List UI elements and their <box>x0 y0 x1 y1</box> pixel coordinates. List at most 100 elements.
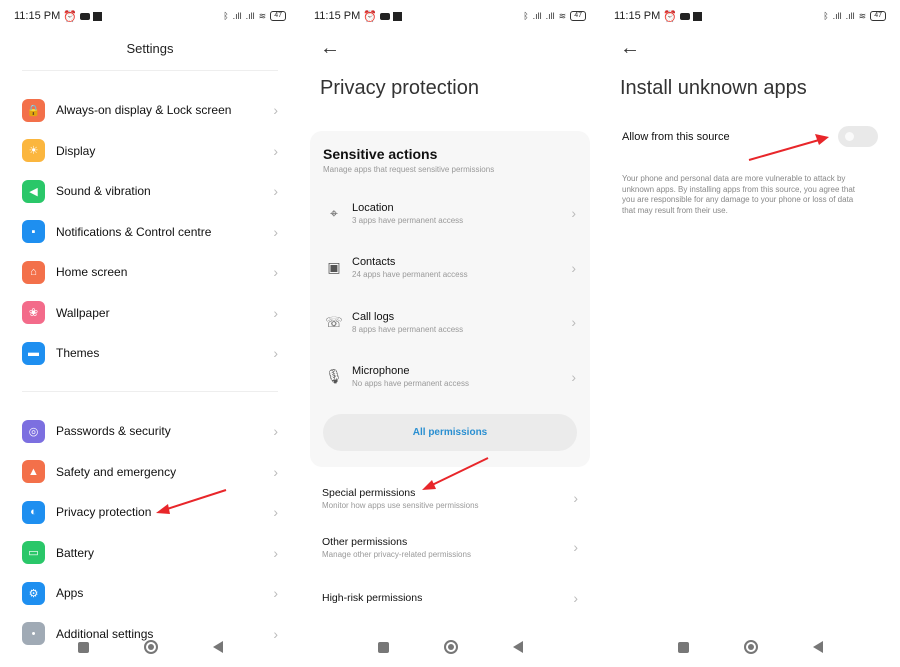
battery-indicator: 47 <box>270 11 286 21</box>
permission-subtitle: 8 apps have permanent access <box>352 324 464 334</box>
settings-item[interactable]: ⌂ Home screen › <box>22 257 278 287</box>
divider <box>22 391 278 392</box>
permission-text: Microphone No apps have permanent access <box>352 365 566 388</box>
chevron-right-icon: › <box>273 423 278 439</box>
home-button[interactable] <box>143 640 158 654</box>
home-button[interactable] <box>443 640 458 654</box>
signal-icon-2: .ıll <box>245 11 255 21</box>
settings-item-label: Safety and emergency <box>56 464 177 479</box>
permission-subtitle: No apps have permanent access <box>352 379 469 388</box>
chevron-right-icon: › <box>571 368 576 385</box>
settings-item[interactable]: ◀ Sound & vibration › <box>22 176 278 206</box>
permission-text: Call logs 8 apps have permanent access <box>352 311 566 334</box>
permission-subtitle: 24 apps have permanent access <box>352 270 468 279</box>
contacts-icon: ▣ <box>327 259 341 275</box>
annotation-arrow <box>422 457 489 490</box>
signal-icon: .ıll <box>532 11 542 21</box>
recents-button[interactable] <box>377 641 389 653</box>
permission-option[interactable]: Other permissions Manage other privacy-re… <box>322 533 578 561</box>
location-icon: ⌖ <box>330 204 338 221</box>
status-bar: 11:15 PM ⏰ ᛒ .ıll .ıll ≋ 47 <box>314 8 586 24</box>
chevron-right-icon: › <box>273 264 278 280</box>
settings-item[interactable]: 🔒 Always-on display & Lock screen › <box>22 95 278 125</box>
battery-icon: ▭ <box>22 541 45 564</box>
back-arrow-icon[interactable]: ← <box>620 37 640 60</box>
settings-item-label: Home screen <box>56 265 128 279</box>
settings-item[interactable]: ⚙ Apps › <box>22 578 278 608</box>
settings-item[interactable]: ❀ Wallpaper › <box>22 298 278 328</box>
sun-icon: ☀ <box>22 139 45 162</box>
app-icon <box>392 11 402 21</box>
signal-icon: .ıll <box>832 11 842 21</box>
chevron-right-icon: › <box>273 183 278 199</box>
wifi-icon: ≋ <box>858 10 867 21</box>
youtube-icon <box>679 12 690 20</box>
option-text: Other permissions Manage other privacy-re… <box>322 536 568 559</box>
microphone-icon: 🎙 <box>325 368 343 384</box>
option-subtitle: Monitor how apps use sensitive permissio… <box>322 500 479 510</box>
recents-button[interactable] <box>77 641 89 653</box>
settings-item-label: Wallpaper <box>56 305 110 320</box>
chevron-right-icon: › <box>273 304 278 321</box>
back-button[interactable] <box>212 641 223 653</box>
chevron-right-icon: › <box>571 314 576 330</box>
permission-item[interactable]: 🎙 Microphone No apps have permanent access… <box>324 361 576 393</box>
permission-title: Contacts <box>352 256 396 268</box>
youtube-icon <box>379 12 390 20</box>
bluetooth-icon: ᛒ <box>223 11 229 21</box>
chevron-right-icon: › <box>273 504 278 520</box>
siren-icon: ▲ <box>22 460 45 483</box>
permission-text: Contacts 24 apps have permanent access <box>352 256 566 279</box>
permission-item[interactable]: ☏ Call logs 8 apps have permanent access › <box>324 306 576 338</box>
permission-item[interactable]: ⌖ Location 3 apps have permanent access › <box>324 197 576 229</box>
lock-icon: 🔒 <box>22 98 45 122</box>
allow-source-label: Allow from this source <box>622 131 730 143</box>
card-subtitle: Manage apps that request sensitive permi… <box>323 165 495 174</box>
back-button[interactable] <box>512 641 523 653</box>
recents-button[interactable] <box>677 641 689 653</box>
permission-title: Microphone <box>352 365 410 377</box>
option-title: High-risk permissions <box>322 592 423 604</box>
fingerprint-icon: ◎ <box>22 419 45 443</box>
back-button[interactable] <box>812 641 823 653</box>
chevron-right-icon: › <box>273 463 278 480</box>
privacy-screen: 11:15 PM ⏰ ᛒ .ıll .ıll ≋ 47 ← Privacy protect… <box>300 0 600 667</box>
allow-source-toggle[interactable] <box>838 126 878 147</box>
permission-item[interactable]: ▣ Contacts 24 apps have permanent access › <box>324 252 576 284</box>
settings-item-label: Notifications & Control centre <box>56 224 212 239</box>
chevron-right-icon: › <box>573 590 578 606</box>
settings-item[interactable]: ▪ Notifications & Control centre › <box>22 217 278 247</box>
permission-option[interactable]: High-risk permissions › <box>322 584 578 612</box>
home-button[interactable] <box>743 640 758 654</box>
status-time: 11:15 PM <box>614 10 661 22</box>
chevron-right-icon: › <box>273 544 278 561</box>
brush-icon: ▬ <box>22 341 45 365</box>
back-arrow-icon[interactable]: ← <box>320 37 340 60</box>
settings-item-label: Apps <box>56 586 84 600</box>
chevron-right-icon: › <box>273 223 278 240</box>
settings-item[interactable]: ◎ Passwords & security › <box>22 416 278 446</box>
signal-icon-2: .ıll <box>845 11 855 21</box>
settings-item-label: Battery <box>56 545 95 560</box>
settings-item-label: Themes <box>56 346 100 360</box>
tulip-icon: ❀ <box>22 301 45 324</box>
home-icon: ⌂ <box>22 260 45 284</box>
status-time: 11:15 PM <box>14 10 61 22</box>
settings-item[interactable]: ☀ Display › <box>22 136 278 166</box>
youtube-icon <box>79 12 90 20</box>
settings-item[interactable]: ▬ Themes › <box>22 338 278 368</box>
settings-item-label: Display <box>56 143 96 158</box>
alarm-icon: ⏰ <box>663 10 677 23</box>
settings-item-label: Sound & vibration <box>56 184 151 198</box>
option-title: Other permissions <box>322 535 408 548</box>
nav-bar <box>600 639 900 655</box>
alarm-icon: ⏰ <box>363 10 377 23</box>
page-title: Privacy protection <box>320 77 479 99</box>
page-title: Install unknown apps <box>620 77 807 99</box>
option-text: High-risk permissions <box>322 592 568 604</box>
all-permissions-button[interactable]: All permissions <box>323 414 577 451</box>
permission-title: Location <box>352 201 394 214</box>
signal-icon: .ıll <box>232 11 242 21</box>
settings-item[interactable]: ▲ Safety and emergency › <box>22 457 278 487</box>
settings-item[interactable]: ▭ Battery › <box>22 538 278 568</box>
